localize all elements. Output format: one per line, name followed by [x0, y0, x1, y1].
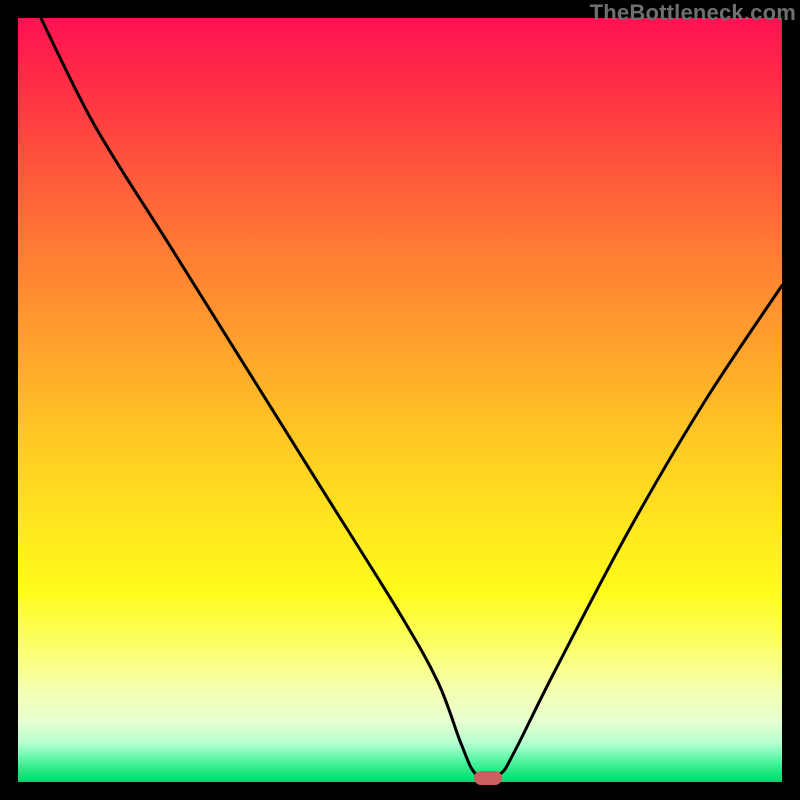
optimal-marker: [474, 771, 502, 785]
chart-frame: TheBottleneck.com: [0, 0, 800, 800]
bottleneck-curve: [18, 18, 782, 782]
watermark-text: TheBottleneck.com: [590, 0, 796, 26]
plot-area: [18, 18, 782, 782]
